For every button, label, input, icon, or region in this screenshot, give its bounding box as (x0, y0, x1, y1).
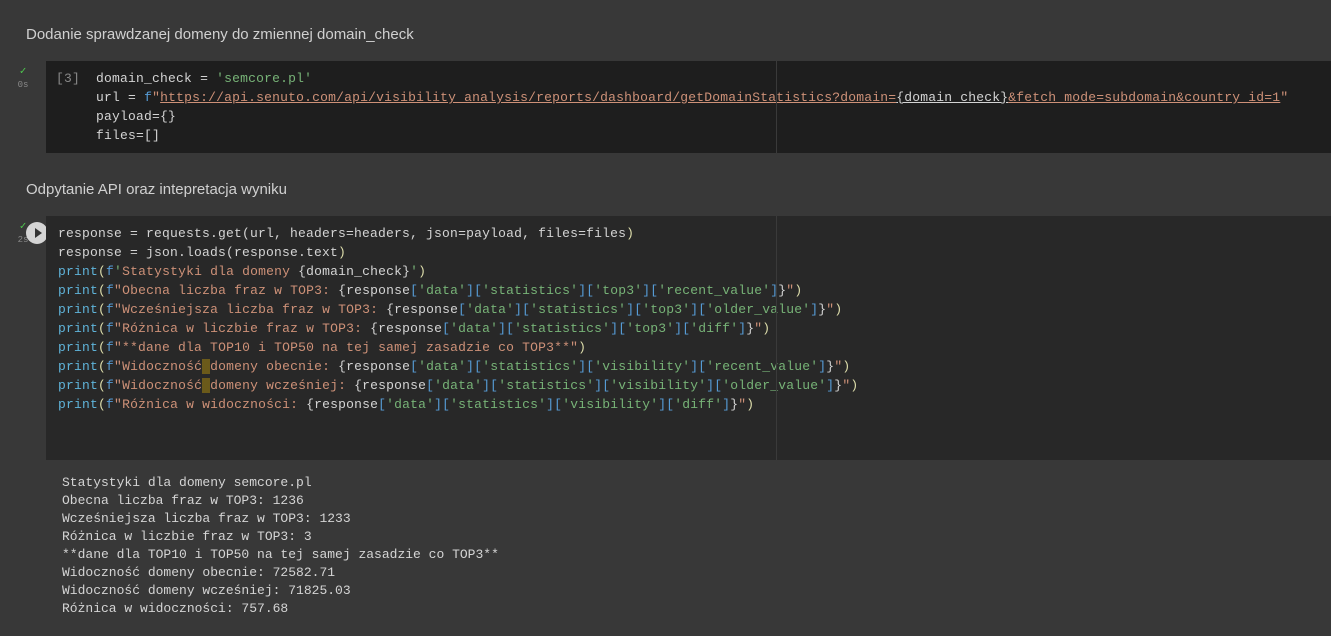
code-editor[interactable]: [3] domain_check = 'semcore.pl' url = f"… (46, 61, 1331, 153)
code-editor[interactable]: response = requests.get(url, headers=hea… (46, 216, 1331, 460)
code-key: 'visibility' (610, 378, 706, 393)
code-key: 'statistics' (530, 302, 626, 317)
code-str: Różnica w liczbie fraz w TOP3: (122, 321, 370, 336)
code-url: https://api.senuto.com/api/visibility_an… (160, 90, 896, 105)
code-key: 'data' (418, 283, 466, 298)
code-token: &fetch_mode=subdomain&country_id=1 (1008, 90, 1280, 105)
code-key: 'visibility' (594, 359, 690, 374)
code-str: domeny obecnie: (210, 359, 338, 374)
code-key: 'data' (434, 378, 482, 393)
code-key: 'statistics' (514, 321, 610, 336)
code-token: payload={} (96, 109, 176, 124)
code-key: 'statistics' (482, 283, 578, 298)
code-key: 'older_value' (706, 302, 810, 317)
section-heading-2: Odpytanie API oraz intepretacja wyniku (0, 155, 1331, 216)
code-key: 'older_value' (722, 378, 826, 393)
code-token: {domain_check} (896, 90, 1008, 105)
code-key: 'data' (466, 302, 514, 317)
cell-prompt: [3] (56, 71, 80, 86)
code-key: 'diff' (690, 321, 738, 336)
code-str: domeny wcześniej: (210, 378, 354, 393)
output-line: Widoczność domeny wcześniej: 71825.03 (62, 582, 1331, 600)
code-key: 'visibility' (562, 397, 658, 412)
code-key: 'statistics' (450, 397, 546, 412)
code-token: files=[] (96, 128, 160, 143)
cell-timing: 0s (18, 80, 29, 90)
code-key: 'top3' (626, 321, 674, 336)
code-str: Różnica w widoczności: (122, 397, 306, 412)
cell-gutter: ✓ 2s (0, 216, 46, 460)
output-line: Różnica w widoczności: 757.68 (62, 600, 1331, 618)
code-key: 'statistics' (482, 359, 578, 374)
code-cell-1: ✓ 0s [3] domain_check = 'semcore.pl' url… (0, 61, 1331, 153)
code-token: domain_check (96, 71, 192, 86)
check-icon: ✓ (20, 67, 27, 78)
run-button[interactable] (26, 222, 48, 244)
code-str: Widoczność (122, 378, 202, 393)
output-line: Różnica w liczbie fraz w TOP3: 3 (62, 528, 1331, 546)
code-expr: {domain_check} (298, 264, 410, 279)
code-key: 'data' (450, 321, 498, 336)
code-key: 'recent_value' (706, 359, 818, 374)
code-key: 'data' (418, 359, 466, 374)
code-key: 'diff' (674, 397, 722, 412)
code-token: url (96, 90, 120, 105)
code-str: Obecna liczba fraz w TOP3: (122, 283, 338, 298)
code-token: 'semcore.pl' (216, 71, 312, 86)
cell-gutter: ✓ 0s (0, 61, 46, 153)
code-str: Widoczność (122, 359, 202, 374)
output-line: Obecna liczba fraz w TOP3: 1236 (62, 492, 1331, 510)
code-key: 'top3' (642, 302, 690, 317)
output-line: Statystyki dla domeny semcore.pl (62, 474, 1331, 492)
code-token: f (144, 90, 152, 105)
output-line: **dane dla TOP10 i TOP50 na tej samej za… (62, 546, 1331, 564)
code-key: 'data' (386, 397, 434, 412)
code-key: 'top3' (594, 283, 642, 298)
cell-output: Statystyki dla domeny semcore.pl Obecna … (0, 462, 1331, 630)
output-line: Wcześniejsza liczba fraz w TOP3: 1233 (62, 510, 1331, 528)
code-str: Statystyki dla domeny (122, 264, 298, 279)
output-line: Widoczność domeny obecnie: 72582.71 (62, 564, 1331, 582)
code-key: 'statistics' (498, 378, 594, 393)
section-heading-1: Dodanie sprawdzanej domeny do zmiennej d… (0, 0, 1331, 61)
code-cell-2: ✓ 2s response = requests.get(url, header… (0, 216, 1331, 460)
code-key: 'recent_value' (658, 283, 770, 298)
code-str: Wcześniejsza liczba fraz w TOP3: (122, 302, 386, 317)
